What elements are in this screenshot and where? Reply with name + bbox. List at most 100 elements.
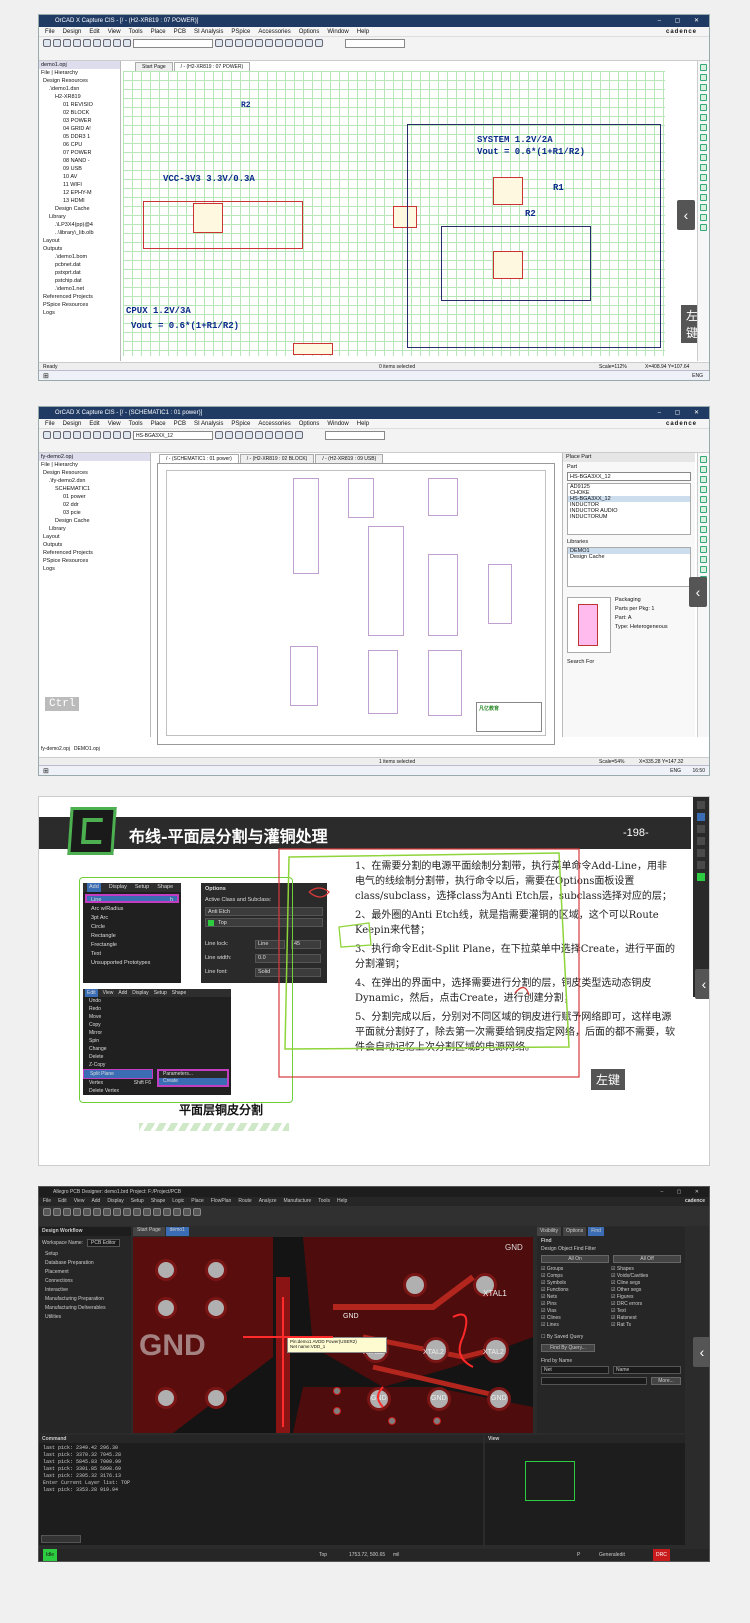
find-filter-checkbox[interactable]: ☑ Nets [541,1294,611,1300]
tree-item[interactable]: pstxprt.dat [39,269,120,277]
place-part-icon[interactable] [700,74,707,81]
tree-item[interactable]: 02 BLOCK [39,109,120,117]
tree-item[interactable]: pstchip.dat [39,277,120,285]
menu-tools[interactable]: Tools [318,1198,330,1204]
tree-item[interactable]: 12 EPHY-M [39,189,120,197]
add-connect-icon[interactable] [153,1208,161,1216]
menu-display[interactable]: Display [107,1198,123,1204]
text-tool-icon[interactable] [697,861,705,869]
find-name-input[interactable] [541,1377,647,1385]
annotate-icon[interactable] [255,431,263,439]
tree-item[interactable]: 03 POWER [39,117,120,125]
tree-tab-hierarchy[interactable]: Hierarchy [54,462,78,468]
redo-icon[interactable] [73,1208,81,1216]
menu-tools[interactable]: Tools [129,421,143,427]
new-icon[interactable] [43,39,51,47]
find-filter-checkbox[interactable]: ☑ Figures [611,1294,681,1300]
tree-item[interactable]: .\fy-demo2.dsn [39,477,150,485]
tree-item[interactable]: .\demo1.dsn [39,85,120,93]
bus-icon[interactable] [700,496,707,503]
workflow-item[interactable]: Database Preparation [39,1259,131,1268]
move-icon[interactable] [83,1208,91,1216]
saved-query-toggle[interactable]: ☐ By Saved Query [537,1328,685,1340]
command-input[interactable] [41,1535,81,1543]
menu-view[interactable]: View [108,421,121,427]
find-by-query-button[interactable]: Find By Query... [541,1344,595,1352]
tab-usb[interactable]: / - (H2-XR819 : 09 USB) [315,454,384,463]
offpage-icon[interactable] [700,536,707,543]
more-button[interactable]: More... [651,1377,681,1385]
tree-item[interactable]: SCHEMATIC1 [39,485,150,493]
paste-icon[interactable] [103,431,111,439]
windows-start-icon[interactable]: ⊞ [43,372,49,380]
pcb-canvas[interactable]: GND GND XTAL1 XTAL2 XTAL2 XTAL2 GND GND … [133,1237,533,1433]
menu-logic[interactable]: Logic [172,1198,184,1204]
tree-item[interactable]: ..\library\_lib.olb [39,229,120,237]
workflow-item[interactable]: Utilities [39,1313,131,1322]
tree-item[interactable]: 04 GRID A! [39,125,120,133]
tab-start-page[interactable]: Start Page [135,62,173,71]
chevron-left-icon[interactable]: ‹ [695,969,709,999]
menu-manufacture[interactable]: Manufacture [283,1198,311,1204]
drc-icon[interactable] [183,1208,191,1216]
find-mode-select[interactable]: Name [613,1366,681,1374]
part-list-item[interactable]: INDUCTORUM [568,514,690,520]
find-filter-checkbox[interactable]: ☑ Ratsnest [611,1315,681,1321]
find-type-select[interactable]: Net [541,1366,609,1374]
tab-demo1[interactable]: demo1 [165,1227,189,1236]
menu-place[interactable]: Place [191,1198,204,1204]
window-controls[interactable]: – ▢ ✕ [661,1187,705,1197]
zoom-out-icon[interactable] [123,1208,131,1216]
ellipse-icon[interactable] [700,204,707,211]
power-icon[interactable] [700,124,707,131]
tree-tab-file[interactable]: File [41,70,50,76]
tree-item[interactable]: 07 POWER [39,149,120,157]
paste-icon[interactable] [103,39,111,47]
zoom-all-icon[interactable] [245,39,253,47]
tree-item[interactable]: Design Cache [39,205,120,213]
delete-icon[interactable] [103,1208,111,1216]
schematic-canvas[interactable]: VCC-3V3 3.3V/0.3A SYSTEM 1.2V/2A Vout = … [123,71,704,356]
tab-visibility[interactable]: Visibility [537,1227,561,1236]
find-filter-checkbox[interactable]: ☑ Vias [541,1308,611,1314]
rectangle-icon[interactable] [700,194,707,201]
zoom-in-icon[interactable] [215,431,223,439]
open-icon[interactable] [53,431,61,439]
schematic-page[interactable]: 凡亿教育 [157,463,555,745]
polyline-icon[interactable] [700,184,707,191]
find-filter-checkbox[interactable]: ☑ Other segs [611,1287,681,1293]
print-icon[interactable] [73,39,81,47]
tree-item[interactable]: Design Resources [39,469,150,477]
zoom-out-icon[interactable] [225,431,233,439]
undo-icon[interactable] [63,1208,71,1216]
workflow-item[interactable]: Setup [39,1250,131,1259]
project-file-tab[interactable]: fy-demo2.opj [39,453,150,461]
menu-setup[interactable]: Setup [131,1198,144,1204]
find-filter-checkbox[interactable]: ☑ Pins [541,1301,611,1307]
workflow-item[interactable]: Placement [39,1268,131,1277]
tree-item[interactable]: H2-XR819 [39,93,120,101]
tree-item[interactable]: 06 CPU [39,141,120,149]
find-filter-checkbox[interactable]: ☑ Symbols [541,1280,611,1286]
tree-item[interactable]: Design Cache [39,517,150,525]
menu-help[interactable]: Help [357,421,369,427]
menu-pspice[interactable]: PSpice [231,29,250,35]
zoom-fit-icon[interactable] [133,1208,141,1216]
project-tab[interactable]: DEMO1.opj [74,746,100,755]
zoom-out-icon[interactable] [225,39,233,47]
menu-flowplan[interactable]: FlowPlan [211,1198,232,1204]
net-alias-icon[interactable] [700,94,707,101]
find-filter-checkbox[interactable]: ☑ Text [611,1308,681,1314]
cut-icon[interactable] [83,39,91,47]
redo-icon[interactable] [123,431,131,439]
tree-tab-hierarchy[interactable]: Hierarchy [54,70,78,76]
all-on-button[interactable]: All On [541,1255,609,1263]
find-filter-checkbox[interactable]: ☑ Cline segs [611,1280,681,1286]
tree-item[interactable]: Outputs [39,245,120,253]
chevron-left-icon[interactable]: ‹ [689,577,707,607]
workflow-item[interactable]: Manufacturing Preparation [39,1295,131,1304]
rect-tool-icon[interactable] [697,849,705,857]
tree-item[interactable]: pcbnet.dat [39,261,120,269]
tab-options[interactable]: Options [562,1227,587,1236]
menu-si-analysis[interactable]: SI Analysis [194,29,223,35]
